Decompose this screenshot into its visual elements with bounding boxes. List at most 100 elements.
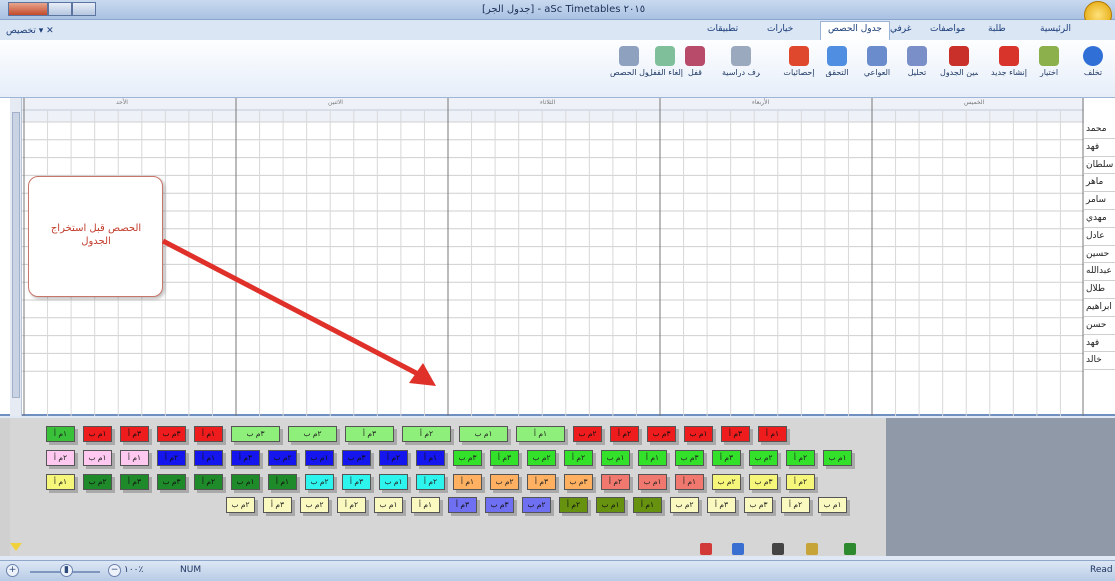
tab-2[interactable]: مواصفات [930, 24, 965, 34]
lesson-card[interactable]: ٢م أ [559, 497, 588, 513]
lesson-card[interactable]: ٢م ب [288, 426, 337, 442]
lesson-card[interactable]: ١م أ [675, 474, 704, 490]
teacher-row-label[interactable]: طلال [1084, 281, 1115, 299]
ribbon-button-7[interactable]: إحصائيات [780, 44, 818, 94]
lesson-card[interactable]: ٣م أ [448, 497, 477, 513]
lesson-card[interactable]: ٢م أ [194, 474, 223, 490]
maximize-window-button[interactable] [48, 2, 72, 16]
ribbon-button-11[interactable]: إزالة جدول الحصص [610, 44, 648, 94]
teacher-row-label[interactable]: مهدي [1084, 210, 1115, 228]
pin-icon[interactable] [732, 543, 744, 555]
close-window-button[interactable] [8, 2, 48, 16]
lesson-card[interactable]: ١م ب [305, 450, 334, 466]
lesson-card[interactable]: ٣م ب [749, 474, 778, 490]
lesson-card[interactable]: ٣م ب [647, 426, 676, 442]
lesson-card[interactable]: ٣م ب [453, 450, 482, 466]
lesson-card[interactable]: ١م ب [83, 426, 112, 442]
lesson-card[interactable]: ١م ب [83, 450, 112, 466]
lesson-card[interactable]: ١م أ [416, 450, 445, 466]
ribbon-button-3[interactable]: تحسين الجدول [940, 44, 978, 94]
lesson-card[interactable]: ٣م أ [527, 474, 556, 490]
lesson-card[interactable]: ١م أ [46, 474, 75, 490]
customize-ribbon-label[interactable]: تخصيص ▾ ✕ [6, 26, 54, 36]
lesson-card[interactable]: ٢م ب [749, 450, 778, 466]
lesson-card[interactable]: ٣م أ [342, 474, 371, 490]
zoom-handle-icon[interactable]: ▮ [60, 564, 73, 577]
lesson-card[interactable]: ٢م ب [522, 497, 551, 513]
lesson-card[interactable]: ١م ب [459, 426, 508, 442]
vertical-scrollbar[interactable] [10, 98, 22, 416]
tab-3[interactable]: غرفي [890, 24, 911, 34]
tab-1[interactable]: طلبة [988, 24, 1006, 34]
lesson-card[interactable]: ٢م ب [300, 497, 329, 513]
lesson-card[interactable]: ٢م أ [564, 450, 593, 466]
lesson-card[interactable]: ١م أ [46, 426, 75, 442]
lesson-card[interactable]: ٣م ب [675, 450, 704, 466]
tab-6[interactable]: تطبيقات [707, 24, 738, 34]
lesson-card[interactable]: ١م ب [823, 450, 852, 466]
lesson-card[interactable]: ٢م ب [490, 474, 519, 490]
lesson-card[interactable]: ٣م أ [345, 426, 394, 442]
lesson-card[interactable]: ٣م أ [120, 426, 149, 442]
lesson-card[interactable]: ٣م ب [744, 497, 773, 513]
lesson-card[interactable]: ٢م أ [416, 474, 445, 490]
lesson-card[interactable]: ١م ب [601, 450, 630, 466]
lesson-card[interactable]: ١م ب [684, 426, 713, 442]
ribbon-button-8[interactable]: تخصيص غرف دراسية [722, 44, 760, 94]
ribbon-button-10[interactable]: إلغاء القفل [646, 44, 684, 94]
filter-icon[interactable] [700, 543, 712, 555]
lesson-card[interactable]: ٢م ب [670, 497, 699, 513]
minimize-window-button[interactable] [72, 2, 96, 16]
lesson-card[interactable]: ١م أ [411, 497, 440, 513]
lesson-card[interactable]: ١م أ [194, 426, 223, 442]
tab-0[interactable]: الرئيسية [1040, 24, 1071, 34]
lesson-card[interactable]: ٣م أ [490, 450, 519, 466]
lock-icon[interactable] [772, 543, 784, 555]
ribbon-button-4[interactable]: تحليل [898, 44, 936, 94]
teacher-row-label[interactable]: عادل [1084, 228, 1115, 246]
lesson-card[interactable]: ١م أ [120, 450, 149, 466]
lesson-card[interactable]: ٢م أ [379, 450, 408, 466]
lesson-card[interactable]: ١م أ [633, 497, 662, 513]
ribbon-button-1[interactable]: اختيار [1030, 44, 1068, 94]
lesson-card[interactable]: ٢م أ [786, 474, 815, 490]
lesson-card[interactable]: ٢م ب [83, 474, 112, 490]
ribbon-button-0[interactable]: تخلف [1074, 44, 1112, 94]
lesson-card[interactable]: ٢م أ [610, 426, 639, 442]
lesson-card[interactable]: ١م أ [638, 450, 667, 466]
zoom-out-icon[interactable]: − [108, 564, 121, 577]
teacher-row-label[interactable]: عبدالله [1084, 263, 1115, 282]
lesson-card[interactable]: ٢م أ [786, 450, 815, 466]
lesson-card[interactable]: ٣م أ [707, 497, 736, 513]
lesson-card[interactable]: ١م ب [231, 474, 260, 490]
lesson-card[interactable]: ١م أ [268, 474, 297, 490]
lesson-card[interactable]: ٢م ب [268, 450, 297, 466]
lesson-card[interactable]: ١م أ [453, 474, 482, 490]
lesson-card[interactable]: ٢م أ [46, 450, 75, 466]
zoom-in-icon[interactable]: + [6, 564, 19, 577]
lesson-card[interactable]: ٣م ب [342, 450, 371, 466]
teacher-row-label[interactable]: حسين [1084, 246, 1115, 264]
lesson-card[interactable]: ١م أ [194, 450, 223, 466]
lesson-card[interactable]: ٢م أ [337, 497, 366, 513]
lesson-card[interactable]: ٣م أ [263, 497, 292, 513]
lesson-card[interactable]: ٢م ب [305, 474, 334, 490]
teacher-row-label[interactable]: سامر [1084, 192, 1115, 210]
lesson-card[interactable]: ٢م أ [781, 497, 810, 513]
teacher-row-label[interactable]: محمد [1084, 121, 1115, 139]
lesson-card[interactable]: ٣م أ [712, 450, 741, 466]
tab-5[interactable]: خيارات [767, 24, 793, 34]
lesson-card[interactable]: ١م ب [374, 497, 403, 513]
lesson-card[interactable]: ١م ب [379, 474, 408, 490]
tab-4[interactable]: جدول الحصص [820, 21, 890, 40]
lesson-card[interactable]: ٣م أ [231, 450, 260, 466]
lesson-card[interactable]: ١م ب [596, 497, 625, 513]
palette-icon[interactable] [806, 543, 818, 555]
lesson-card[interactable]: ٢م ب [527, 450, 556, 466]
lesson-card[interactable]: ٣م ب [157, 474, 186, 490]
lesson-card[interactable]: ١م ب [638, 474, 667, 490]
lesson-card[interactable]: ١م أ [758, 426, 787, 442]
teacher-row-label[interactable]: ماهر [1084, 174, 1115, 193]
lesson-card[interactable]: ٣م ب [564, 474, 593, 490]
teacher-row-label[interactable]: فهد [1084, 335, 1115, 353]
